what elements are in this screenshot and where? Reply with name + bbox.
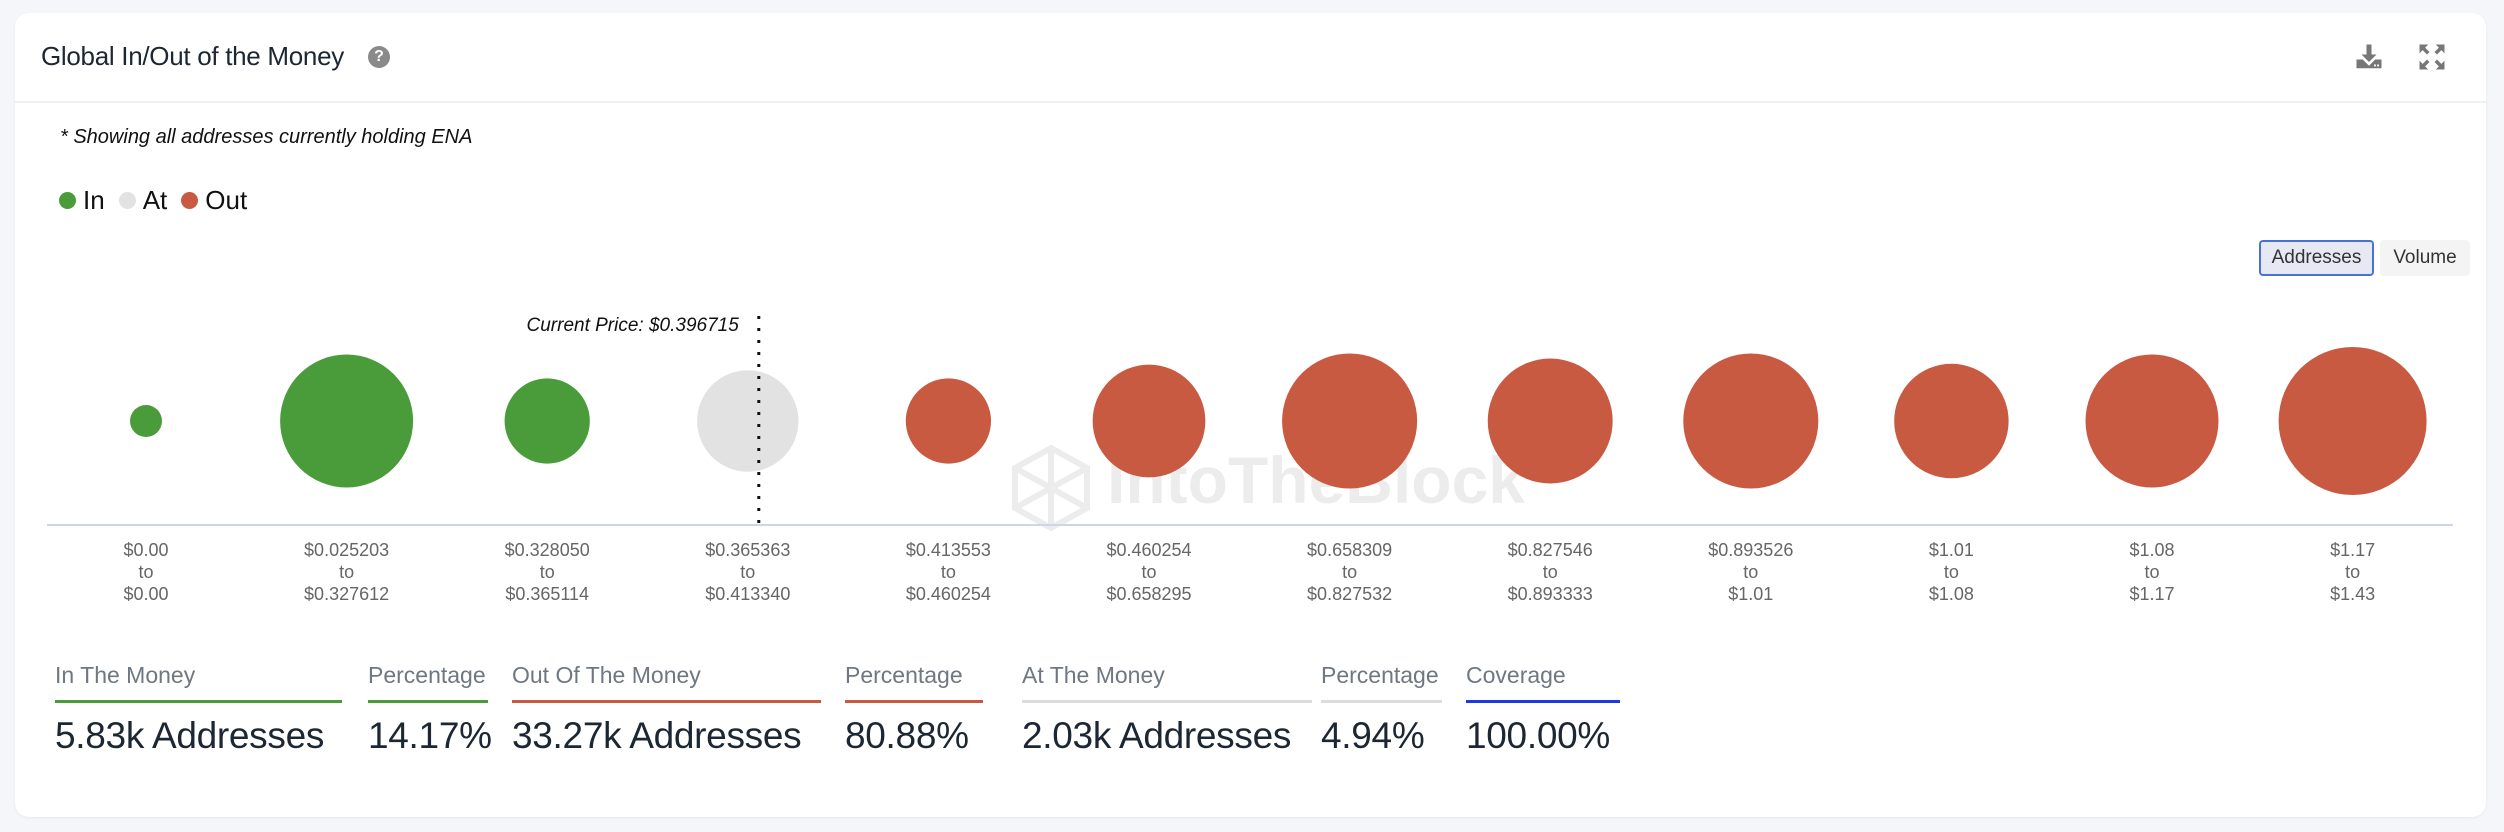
bubble-out[interactable] (1092, 364, 1206, 478)
tick-label-to: $0.00 (123, 584, 168, 604)
tick-label-from: $0.460254 (1106, 540, 1191, 560)
stat-label: In The Money (55, 662, 196, 688)
tick-label-to: $0.658295 (1106, 584, 1191, 604)
tick-label-from: $0.413553 (906, 540, 991, 560)
tick-label-from: $0.827546 (1508, 540, 1593, 560)
tick-label-to: $0.413340 (705, 584, 790, 604)
tick-label-to: $1.43 (2330, 584, 2375, 604)
bubble-out[interactable] (905, 378, 992, 464)
stat-value: 5.83k Addresses (55, 715, 325, 756)
stat-label: Out Of The Money (512, 662, 701, 688)
ownership-card: Global In/Out of the Money ? * Showing a… (15, 13, 2486, 817)
tick-label-to-word: to (740, 562, 755, 582)
stat-value: 100.00% (1466, 715, 1610, 756)
tick-label-to-word: to (2144, 562, 2159, 582)
stat-label: Percentage (1321, 662, 1439, 688)
stat-underline (845, 700, 983, 703)
bubble-out[interactable] (2278, 347, 2427, 495)
tick-label-to: $1.17 (2129, 584, 2174, 604)
tick-label-to-word: to (1543, 562, 1558, 582)
tick-label-to-word: to (1743, 562, 1758, 582)
stat-underline (1321, 700, 1442, 703)
watermark: IntoTheBlock (1012, 443, 1525, 532)
bubble-out[interactable] (2085, 354, 2219, 488)
tick-label-to: $0.827532 (1307, 584, 1392, 604)
stat-label: Coverage (1466, 662, 1566, 688)
bubble-in[interactable] (504, 378, 590, 464)
tick-label-from: $0.328050 (505, 540, 590, 560)
stat-underline (55, 700, 342, 703)
stat-value: 80.88% (845, 715, 969, 756)
bubble-in[interactable] (130, 405, 162, 437)
tick-label-to: $0.327612 (304, 584, 389, 604)
stat-in-the-money: In The Money 5.83k Addresses (55, 658, 342, 757)
tick-label-from: $0.00 (123, 540, 168, 560)
tick-label-to: $0.460254 (906, 584, 991, 604)
current-price-label: Current Price: $0.396715 (527, 315, 740, 336)
tick-label-to-word: to (1141, 562, 1156, 582)
stat-out-of-the-money: Out Of The Money 33.27k Addresses (512, 658, 821, 757)
tick-label-to: $0.365114 (505, 584, 589, 604)
tick-label-from: $1.17 (2330, 540, 2375, 560)
stat-value: 14.17% (368, 715, 492, 756)
tick-label-to: $1.08 (1929, 584, 1974, 604)
stat-label: At The Money (1022, 662, 1165, 688)
tick-label-to-word: to (339, 562, 354, 582)
bubble-in[interactable] (280, 354, 414, 488)
stat-label: Percentage (845, 662, 963, 688)
tick-label-to-word: to (540, 562, 555, 582)
watermark-logo-icon (1012, 444, 1090, 532)
tick-label-from: $0.365363 (705, 540, 790, 560)
tick-label-from: $0.658309 (1307, 540, 1392, 560)
tick-label-to-word: to (138, 562, 153, 582)
tick-label-from: $0.025203 (304, 540, 389, 560)
stat-percentage: Percentage 14.17% (368, 658, 492, 757)
tick-label-to: $1.01 (1728, 584, 1773, 604)
stat-percentage: Percentage 4.94% (1321, 658, 1442, 757)
stat-value: 4.94% (1321, 715, 1425, 756)
stat-underline (1466, 700, 1620, 703)
stat-at-the-money: At The Money 2.03k Addresses (1022, 658, 1312, 757)
bubble-at[interactable] (697, 370, 799, 472)
tick-label-from: $1.01 (1929, 540, 1974, 560)
tick-label-from: $1.08 (2129, 540, 2174, 560)
stat-underline (512, 700, 821, 703)
bubble-out[interactable] (1683, 353, 1819, 489)
bubble-chart: IntoTheBlock Current Price: $0.396715 $0… (47, 315, 2453, 604)
tick-label-to-word: to (1944, 562, 1959, 582)
bubble-out[interactable] (1894, 363, 2009, 479)
x-axis-ticks: $0.00to$0.00$0.025203to$0.327612$0.32805… (123, 540, 2375, 604)
tick-label-to: $0.893333 (1508, 584, 1593, 604)
tick-label-from: $0.893526 (1708, 540, 1793, 560)
stat-coverage: Coverage 100.00% (1466, 658, 1620, 757)
stat-value: 2.03k Addresses (1022, 715, 1292, 756)
stat-label: Percentage (368, 662, 486, 688)
stat-percentage: Percentage 80.88% (845, 658, 983, 757)
bubble-out[interactable] (1282, 353, 1418, 489)
stat-underline (1022, 700, 1312, 703)
tick-label-to-word: to (1342, 562, 1357, 582)
bubble-out[interactable] (1487, 358, 1613, 484)
tick-label-to-word: to (941, 562, 956, 582)
stat-value: 33.27k Addresses (512, 715, 802, 756)
stat-underline (368, 700, 488, 703)
tick-label-to-word: to (2345, 562, 2360, 582)
